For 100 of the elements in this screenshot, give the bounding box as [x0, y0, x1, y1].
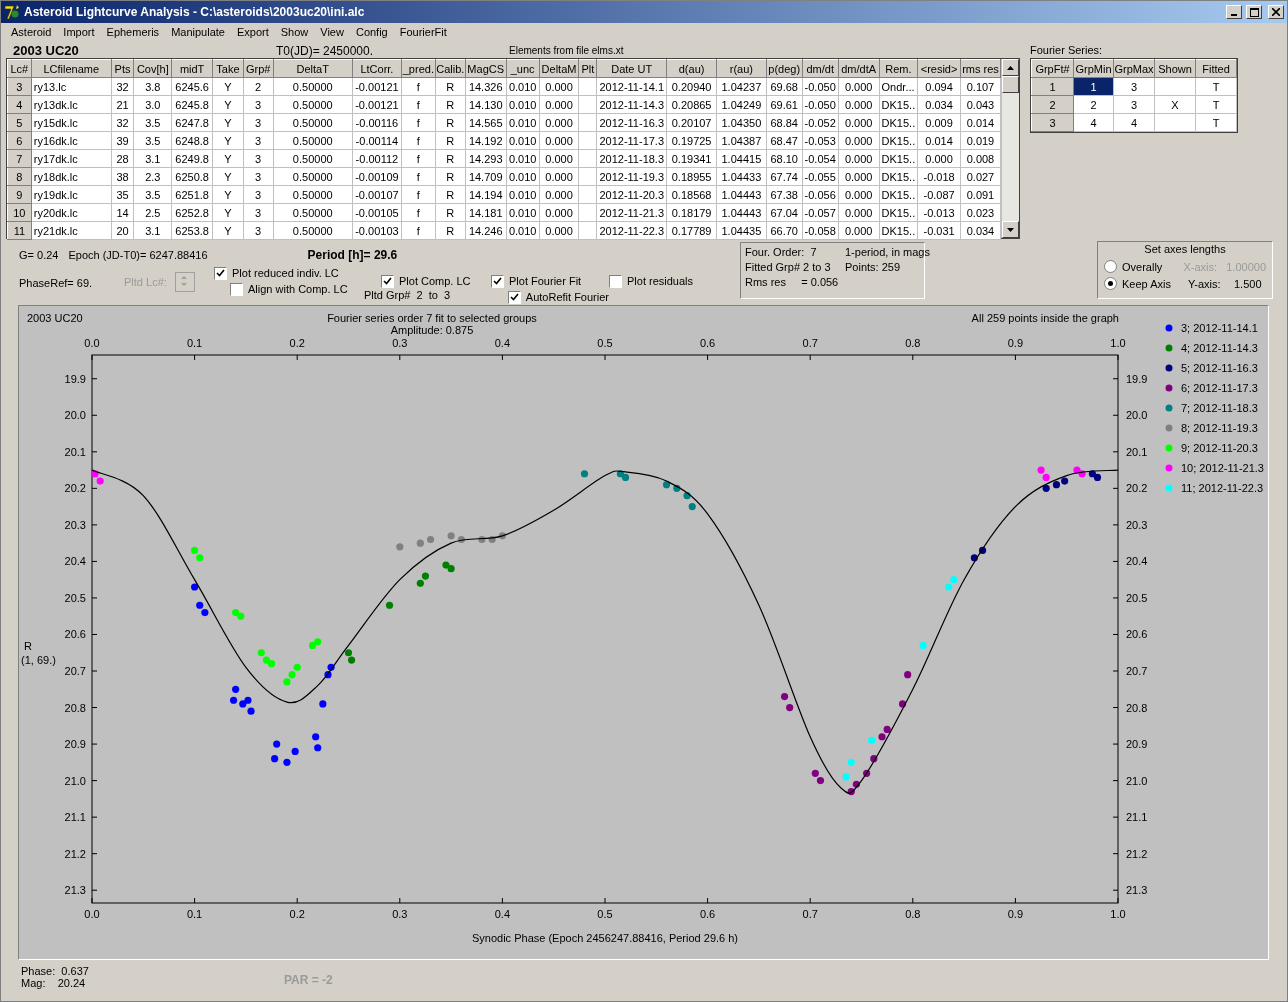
plot-option-checkbox[interactable]: Plot Comp. LC [381, 273, 491, 289]
tick-label: 0.0 [84, 337, 100, 349]
legend-label: 5; 2012-11-16.3 [1181, 362, 1258, 374]
data-point [457, 535, 465, 544]
column-header[interactable]: Shown [1154, 59, 1196, 78]
column-header[interactable]: Grp# [243, 59, 274, 78]
menu-item[interactable]: Manipulate [165, 26, 231, 38]
fit-info-text: Points: 259 [845, 261, 902, 273]
par-label: PAR = -2 [284, 973, 333, 989]
data-point [291, 747, 299, 755]
scroll-up-button[interactable] [1002, 59, 1019, 76]
tick-label: 0.3 [392, 337, 408, 349]
column-header[interactable]: MagCS [465, 59, 507, 78]
column-header[interactable]: Pts [111, 59, 134, 78]
tick-label: 21.1 [1126, 811, 1148, 824]
column-header[interactable]: GrpFt# [1031, 59, 1074, 78]
column-header[interactable]: DeltaT [273, 59, 353, 78]
column-header[interactable]: Lc# [7, 59, 32, 78]
column-header[interactable]: _unc [506, 59, 540, 78]
tick-label: 0.1 [186, 337, 203, 349]
tick-label: 0.4 [494, 908, 511, 920]
column-header[interactable]: <resid> [917, 59, 961, 78]
menu-item[interactable]: View [314, 26, 350, 38]
fit-info-text: Rms res = 0.056 [745, 276, 840, 288]
tick-label: 21.3 [64, 884, 86, 897]
legend-label: 8; 2012-11-19.3 [1181, 422, 1258, 434]
plot-option-checkbox[interactable]: Plot Fourier Fit [491, 273, 609, 289]
tick-label: 20.9 [64, 738, 86, 751]
column-header[interactable]: _pred. [401, 59, 436, 78]
column-header[interactable]: Fitted [1195, 59, 1237, 78]
tick-label: 20.3 [64, 518, 86, 531]
radio-label[interactable]: Keep Axis [1122, 277, 1188, 290]
column-header[interactable]: d(au) [666, 59, 717, 78]
column-header[interactable]: Take [212, 59, 244, 78]
points-status: All 259 points inside the graph [971, 312, 1119, 324]
tick-label: 20.5 [64, 591, 86, 604]
legend-label: 11; 2012-11-22.3 [1181, 482, 1264, 494]
menu-item[interactable]: Show [274, 26, 315, 38]
tick-label: 21.3 [1126, 884, 1148, 897]
close-icon [1272, 8, 1280, 16]
plot-option-checkbox[interactable]: Plot reduced indiv. LC [214, 265, 364, 281]
fit-info-text: 1-period, in mags [845, 246, 930, 258]
menu-item[interactable]: Export [230, 26, 275, 38]
data-point [271, 755, 279, 763]
close-button[interactable] [1268, 5, 1284, 19]
plotted-groups-label: Pltd Grp# 2 to 3 [364, 289, 452, 301]
legend-label: 3; 2012-11-14.1 [1181, 322, 1258, 334]
column-header[interactable]: GrpMax [1113, 59, 1155, 78]
column-header[interactable]: dm/dt [802, 59, 839, 78]
scroll-thumb[interactable] [1002, 76, 1019, 93]
column-header[interactable]: rms res [960, 59, 1001, 78]
column-header[interactable]: dm/dtA [838, 59, 880, 78]
maximize-button[interactable] [1246, 5, 1262, 19]
menu-item[interactable]: Import [57, 26, 101, 38]
axis-label: X-axis: [1183, 260, 1219, 273]
elements-source: Elements from file elms.xt [509, 45, 624, 56]
down-triangle-icon [1007, 227, 1014, 232]
tick-label: 20.0 [64, 409, 86, 422]
plot-option-checkbox[interactable]: Plot residuals [609, 273, 719, 289]
plot-option-checkbox[interactable]: AutoRefit Fourier [508, 289, 609, 305]
maximize-icon [1249, 7, 1259, 17]
column-header[interactable]: GrpMin [1073, 59, 1114, 78]
radio-button[interactable] [1104, 277, 1117, 290]
data-point [863, 769, 871, 777]
menu-item[interactable]: Config [349, 26, 394, 38]
tick-label: 20.1 [1126, 445, 1148, 458]
column-header[interactable]: Cov[h] [133, 59, 172, 78]
tick-label: 20.5 [1126, 591, 1148, 604]
y-axis-subtitle: (1, 69.) [21, 654, 56, 666]
tick-label: 20.8 [1126, 701, 1148, 714]
menu-item[interactable]: FourierFit [393, 26, 453, 38]
column-header[interactable]: Date UT [596, 59, 667, 78]
scroll-down-button[interactable] [1002, 221, 1019, 238]
column-header[interactable]: midT [171, 59, 213, 78]
column-header[interactable]: Calib. [435, 59, 466, 78]
menu-item[interactable]: Ephemeris [100, 26, 166, 38]
menu-item[interactable]: Asteroid [5, 26, 58, 38]
column-header[interactable]: LtCorr. [352, 59, 402, 78]
mag-readout: Mag: 20.24 [21, 977, 87, 989]
tick-label: 20.0 [1126, 409, 1148, 422]
data-point [688, 503, 696, 511]
column-header[interactable]: Rem. [879, 59, 918, 78]
tick-label: 20.4 [64, 555, 86, 568]
data-point [478, 535, 486, 544]
asteroid-name: 2003 UC20 [13, 43, 80, 58]
minimize-button[interactable] [1226, 5, 1242, 19]
plot-option-checkbox[interactable]: Align with Comp. LC [230, 281, 364, 297]
tick-label: 0.6 [699, 337, 716, 349]
pltd-lc-label: Pltd Lc#: [124, 275, 167, 288]
tick-label: 0.4 [494, 337, 511, 349]
column-header[interactable]: p(deg) [766, 59, 803, 78]
tick-label: 0.7 [802, 337, 818, 349]
vertical-scrollbar[interactable] [1001, 59, 1019, 238]
phase-ref-label: PhaseRef= 69. [19, 277, 94, 289]
data-point [904, 671, 912, 679]
column-header[interactable]: r(au) [716, 59, 767, 78]
data-point [498, 532, 506, 540]
column-header[interactable]: LCfilename [31, 59, 112, 78]
tick-label: 0.5 [597, 908, 613, 920]
column-header[interactable]: DeltaM [539, 59, 579, 78]
